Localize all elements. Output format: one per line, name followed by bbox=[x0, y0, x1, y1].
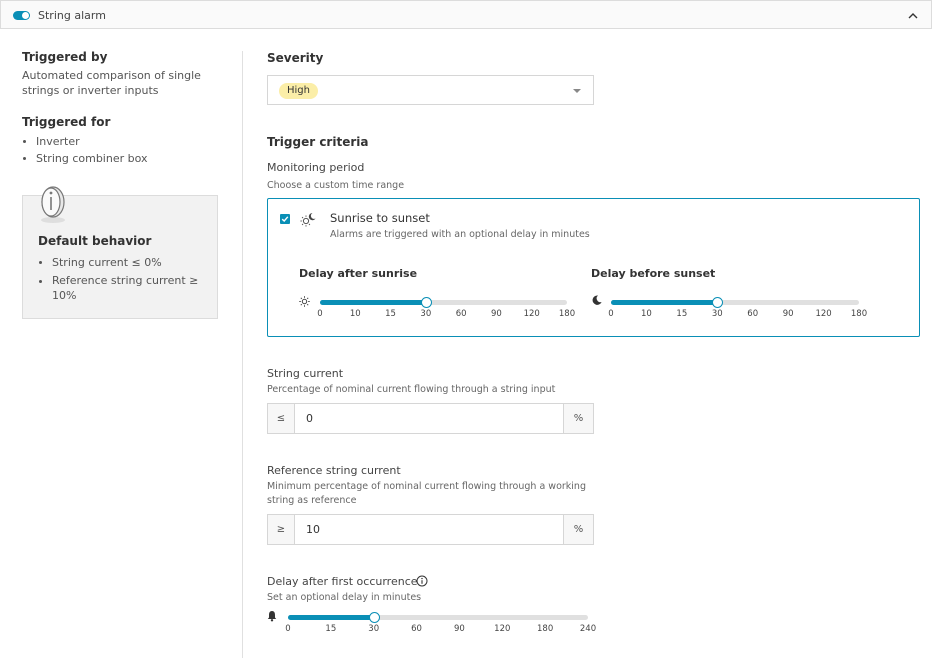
sunrise-sunset-sub: Alarms are triggered with an optional de… bbox=[330, 229, 590, 240]
slider-tick-label: 120 bbox=[494, 624, 511, 634]
severity-badge: High bbox=[279, 83, 318, 99]
slider-tick-label: 180 bbox=[850, 309, 868, 319]
reference-current-label: Reference string current bbox=[267, 464, 401, 477]
string-current-prefix: ≤ bbox=[268, 404, 295, 433]
triggered-for-title: Triggered for bbox=[22, 115, 111, 129]
slider-thumb[interactable] bbox=[368, 612, 380, 623]
slider-tick-label: 180 bbox=[558, 309, 576, 319]
default-behavior-panel: Default behavior String current ≤ 0% Ref… bbox=[22, 186, 218, 319]
slider-tick-label: 0 bbox=[608, 309, 614, 319]
caret-down-icon bbox=[573, 89, 581, 93]
slider-thumb[interactable] bbox=[420, 297, 432, 308]
slider-tick-label: 10 bbox=[349, 309, 361, 319]
slider-tick-label: 15 bbox=[385, 309, 396, 319]
triggered-for-list: Inverter String combiner box bbox=[22, 133, 222, 167]
slider-fill bbox=[320, 300, 426, 305]
slider-tick-label: 90 bbox=[491, 309, 502, 319]
sunrise-sunset-checkbox[interactable] bbox=[280, 214, 290, 224]
monitoring-period-label: Monitoring period bbox=[267, 161, 365, 174]
slider-fill bbox=[288, 615, 374, 620]
section-header[interactable]: String alarm bbox=[0, 0, 932, 29]
slider-tick-label: 120 bbox=[815, 309, 832, 319]
delay-after-sunrise-label: Delay after sunrise bbox=[299, 267, 418, 280]
sun-moon-icon bbox=[300, 212, 316, 227]
list-item: String current ≤ 0% bbox=[38, 254, 208, 271]
severity-select[interactable]: High bbox=[267, 75, 594, 105]
slider-tick-label: 180 bbox=[537, 624, 554, 634]
string-current-unit: % bbox=[563, 404, 593, 433]
check-icon bbox=[281, 216, 289, 223]
reference-current-field[interactable]: ≥ 10 % bbox=[267, 514, 594, 545]
reference-current-unit: % bbox=[563, 515, 593, 544]
monitoring-period-sub: Choose a custom time range bbox=[267, 180, 405, 191]
list-item: String combiner box bbox=[22, 150, 222, 167]
slider-tick-label: 90 bbox=[782, 309, 794, 319]
slider-tick-label: 30 bbox=[368, 624, 380, 634]
reference-current-input[interactable]: 10 bbox=[306, 515, 320, 544]
slider-tick-label: 90 bbox=[454, 624, 465, 634]
slider-tick-label: 120 bbox=[523, 309, 540, 319]
first-occurrence-sub: Set an optional delay in minutes bbox=[267, 592, 422, 603]
default-behavior-title: Default behavior bbox=[38, 234, 152, 248]
sunrise-sunset-title: Sunrise to sunset bbox=[330, 211, 430, 225]
slider-tick-label: 60 bbox=[747, 309, 759, 319]
string-current-field[interactable]: ≤ 0 % bbox=[267, 403, 594, 434]
slider-tick-label: 15 bbox=[325, 624, 337, 634]
list-item: Reference string current ≥ 10% bbox=[38, 273, 208, 303]
alarm-description: Triggered by Automated comparison of sin… bbox=[22, 50, 222, 167]
first-occurrence-label: Delay after first occurrence bbox=[267, 575, 418, 588]
severity-title: Severity bbox=[267, 51, 324, 65]
toggle-knob bbox=[22, 12, 29, 19]
triggered-by-text: Automated comparison of single strings o… bbox=[22, 69, 201, 97]
slider-tick-label: 240 bbox=[579, 624, 597, 634]
moon-icon bbox=[592, 295, 602, 305]
slider-fill bbox=[611, 300, 718, 305]
string-current-label: String current bbox=[267, 367, 344, 380]
slider-tick-label: 0 bbox=[285, 624, 291, 634]
sunrise-sunset-option[interactable]: Sunrise to sunset Alarms are triggered w… bbox=[267, 198, 920, 337]
reference-current-prefix: ≥ bbox=[268, 515, 295, 544]
slider-tick-label: 15 bbox=[676, 309, 688, 319]
delay-before-sunset-label: Delay before sunset bbox=[591, 267, 716, 280]
info-illustration-icon bbox=[41, 186, 65, 223]
slider-tick-label: 0 bbox=[317, 309, 323, 319]
string-current-sub: Percentage of nominal current flowing th… bbox=[267, 384, 556, 395]
toggle-switch-icon[interactable] bbox=[13, 11, 30, 20]
slider-tick-label: 30 bbox=[420, 309, 432, 319]
slider-tick-label: 60 bbox=[455, 309, 467, 319]
section-title: String alarm bbox=[38, 9, 106, 22]
triggered-by-title: Triggered by bbox=[22, 50, 108, 64]
slider-tick-label: 10 bbox=[641, 309, 652, 319]
slider-thumb[interactable] bbox=[712, 297, 724, 308]
slider-tick-label: 30 bbox=[711, 309, 723, 319]
sun-icon bbox=[299, 296, 310, 307]
reference-current-sub: Minimum percentage of nominal current fl… bbox=[267, 481, 586, 506]
bell-icon bbox=[267, 611, 277, 622]
slider-tick-label: 60 bbox=[411, 624, 422, 634]
chevron-up-icon[interactable] bbox=[907, 10, 919, 22]
trigger-criteria-title: Trigger criteria bbox=[267, 135, 369, 149]
string-current-input[interactable]: 0 bbox=[306, 404, 313, 433]
column-divider bbox=[242, 51, 243, 658]
info-circle-icon[interactable] bbox=[416, 575, 428, 587]
list-item: Inverter bbox=[22, 133, 222, 150]
default-behavior-list: String current ≤ 0% Reference string cur… bbox=[38, 254, 208, 303]
